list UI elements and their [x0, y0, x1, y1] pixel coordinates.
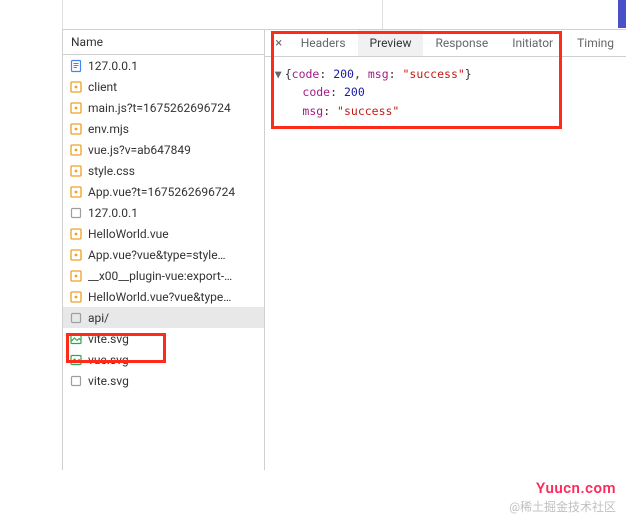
img-file-icon — [69, 353, 83, 367]
tab-response[interactable]: Response — [423, 30, 500, 56]
request-row[interactable]: __x00__plugin-vue:export-… — [63, 265, 264, 286]
request-row[interactable]: main.js?t=1675262696724 — [63, 97, 264, 118]
request-row[interactable]: App.vue?vue&type=style… — [63, 244, 264, 265]
details-pane: × HeadersPreviewResponseInitiatorTiming … — [265, 30, 626, 470]
request-row[interactable]: App.vue?t=1675262696724 — [63, 181, 264, 202]
brand-watermark: Yuucn.com — [536, 479, 616, 497]
box-file-icon — [69, 311, 83, 325]
request-row[interactable]: api/ — [63, 307, 264, 328]
request-row[interactable]: HelloWorld.vue?vue&type… — [63, 286, 264, 307]
preview-content: ▼{code: 200, msg: "success"} code: 200 m… — [265, 57, 626, 128]
request-label: main.js?t=1675262696724 — [88, 101, 231, 115]
doc-file-icon — [69, 59, 83, 73]
request-label: App.vue?t=1675262696724 — [88, 185, 235, 199]
request-row[interactable]: HelloWorld.vue — [63, 223, 264, 244]
js-file-icon — [69, 290, 83, 304]
request-row[interactable]: vite.svg — [63, 370, 264, 391]
request-row[interactable]: client — [63, 76, 264, 97]
request-list: 127.0.0.1 client main.js?t=1675262696724 en… — [63, 55, 264, 470]
request-label: HelloWorld.vue?vue&type… — [88, 290, 231, 304]
request-label: HelloWorld.vue — [88, 227, 169, 241]
top-accent-bar — [618, 0, 626, 28]
devtools-panel: Name 127.0.0.1 client main.js?t=1675262696… — [62, 30, 626, 470]
request-label: vue.js?v=ab647849 — [88, 143, 191, 157]
request-label: style.css — [88, 164, 135, 178]
js-file-icon — [69, 227, 83, 241]
request-row[interactable]: vite.svg — [63, 328, 264, 349]
request-row[interactable]: vue.svg — [63, 349, 264, 370]
details-tabs: × HeadersPreviewResponseInitiatorTiming — [265, 30, 626, 57]
credit-watermark: @稀土掘金技术社区 — [509, 498, 616, 515]
box-file-icon — [69, 374, 83, 388]
request-label: 127.0.0.1 — [88, 206, 138, 220]
top-toolbar — [62, 0, 626, 30]
js-file-icon — [69, 122, 83, 136]
js-file-icon — [69, 80, 83, 94]
tab-timing[interactable]: Timing — [565, 30, 626, 56]
json-prop-code[interactable]: code: 200 — [275, 83, 616, 101]
request-row[interactable]: 127.0.0.1 — [63, 202, 264, 223]
js-file-icon — [69, 164, 83, 178]
request-label: client — [88, 80, 117, 94]
request-label: 127.0.0.1 — [88, 59, 138, 73]
request-row[interactable]: vue.js?v=ab647849 — [63, 139, 264, 160]
request-row[interactable]: env.mjs — [63, 118, 264, 139]
img-file-icon — [69, 332, 83, 346]
expand-arrow-icon[interactable]: ▼ — [275, 65, 285, 83]
request-label: vite.svg — [88, 332, 129, 346]
request-label: vite.svg — [88, 374, 129, 388]
js-file-icon — [69, 185, 83, 199]
tab-initiator[interactable]: Initiator — [500, 30, 565, 56]
js-file-icon — [69, 248, 83, 262]
request-label: App.vue?vue&type=style… — [88, 248, 226, 262]
request-label: __x00__plugin-vue:export-… — [88, 269, 232, 283]
js-file-icon — [69, 101, 83, 115]
tab-preview[interactable]: Preview — [358, 30, 424, 56]
request-label: env.mjs — [88, 122, 129, 136]
box-file-icon — [69, 206, 83, 220]
close-icon[interactable]: × — [269, 36, 289, 51]
name-column-header[interactable]: Name — [63, 30, 264, 55]
js-file-icon — [69, 143, 83, 157]
request-label: vue.svg — [88, 353, 129, 367]
js-file-icon — [69, 269, 83, 283]
request-row[interactable]: style.css — [63, 160, 264, 181]
request-label: api/ — [88, 311, 109, 325]
tab-headers[interactable]: Headers — [289, 30, 358, 56]
request-row[interactable]: 127.0.0.1 — [63, 55, 264, 76]
requests-pane: Name 127.0.0.1 client main.js?t=1675262696… — [63, 30, 265, 470]
json-prop-msg[interactable]: msg: "success" — [275, 102, 616, 120]
json-summary-line[interactable]: ▼{code: 200, msg: "success"} — [275, 65, 616, 83]
